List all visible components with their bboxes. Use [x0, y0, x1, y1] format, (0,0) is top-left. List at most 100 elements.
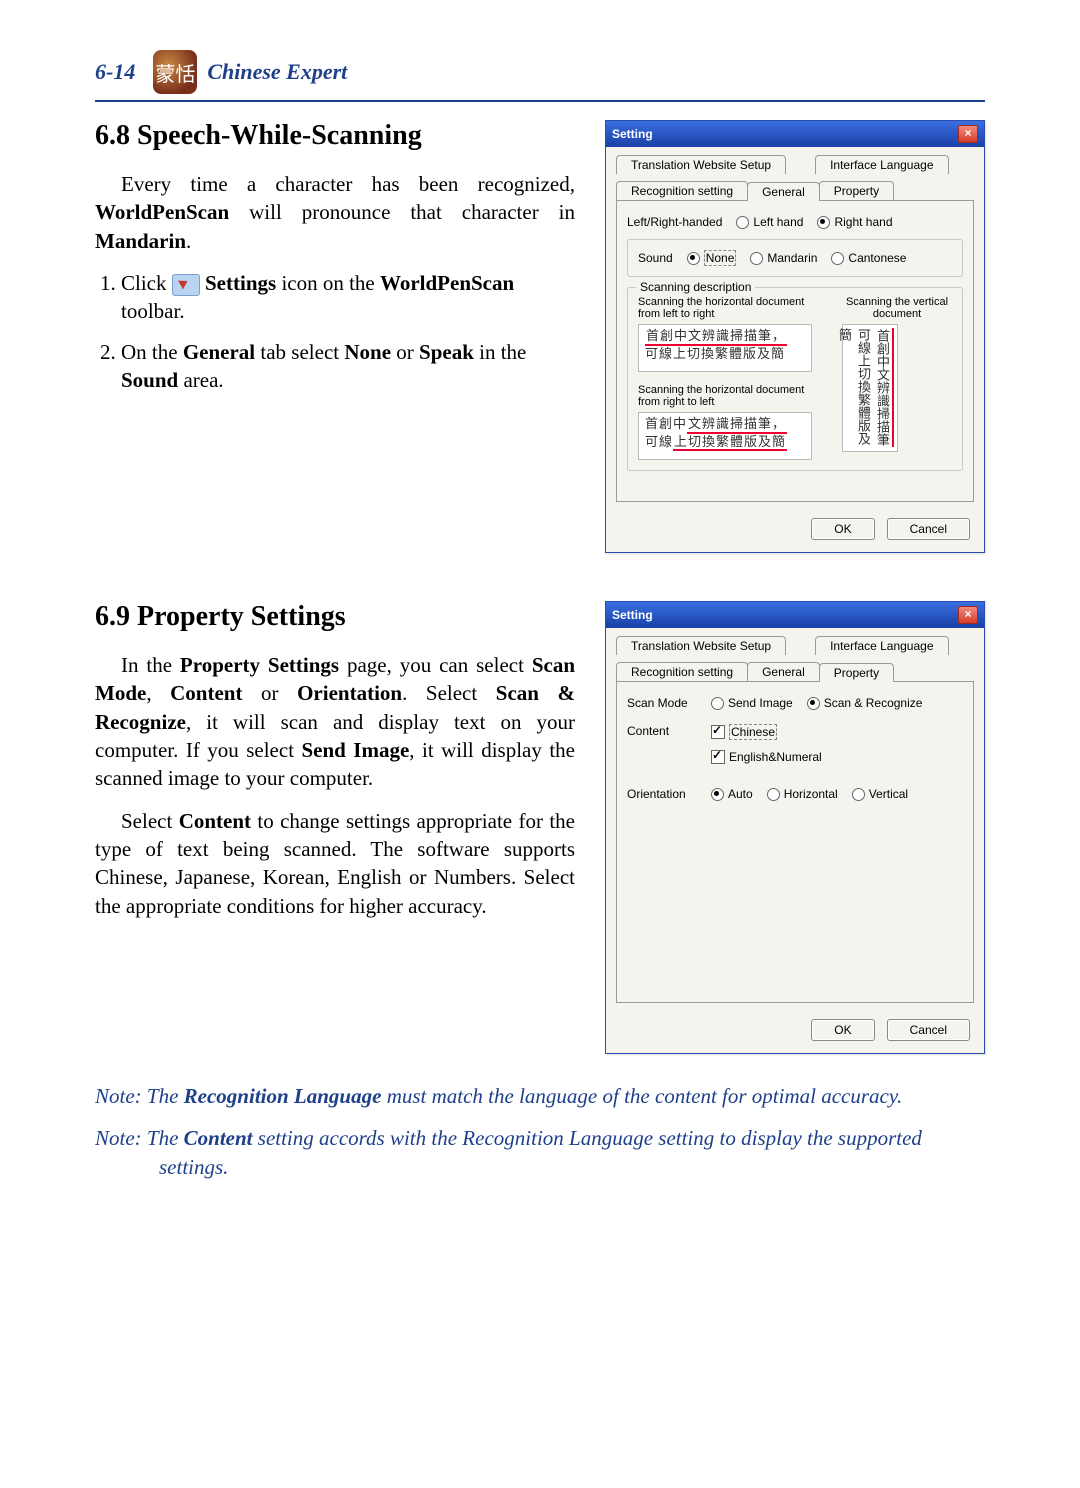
scanning-description-label: Scanning description — [636, 280, 755, 294]
radio-orientation-horizontal[interactable]: Horizontal — [767, 787, 838, 801]
radio-label: Right hand — [834, 215, 892, 229]
text: in the — [474, 340, 527, 364]
radio-send-image[interactable]: Send Image — [711, 696, 793, 710]
sample-text: 可線上切換繁體版及簡 — [645, 346, 785, 361]
text: toolbar. — [121, 299, 185, 323]
section-heading-68: 6.8 Speech-While-Scanning — [95, 120, 575, 152]
sample-text: 首創中文辨識掃描筆 — [873, 328, 894, 447]
text: Every time a character has been recogniz… — [121, 172, 575, 196]
scan-vertical-caption: Scanning the vertical document — [842, 296, 952, 320]
tab-general[interactable]: General — [747, 662, 820, 681]
text-bold: Content — [170, 681, 242, 705]
note-2: Note: The Content setting accords with t… — [95, 1124, 985, 1181]
section68-steps: Click Settings icon on the WorldPenScan … — [95, 269, 575, 394]
header-divider — [95, 100, 985, 102]
radio-sound-none[interactable]: None — [687, 250, 737, 266]
tab-recognition-setting[interactable]: Recognition setting — [616, 662, 748, 681]
checkbox-label: English&Numeral — [729, 750, 822, 764]
text: . — [186, 229, 191, 253]
section-heading-69: 6.9 Property Settings — [95, 601, 575, 633]
setting-dialog-property: Setting × Translation Website Setup Inte… — [605, 601, 985, 1054]
tabs-row-back: Translation Website Setup Interface Lang… — [606, 147, 984, 174]
dialog-titlebar[interactable]: Setting × — [606, 602, 984, 628]
radio-orientation-auto[interactable]: Auto — [711, 787, 753, 801]
sample-text: 可線 — [645, 434, 673, 449]
tab-interface-language[interactable]: Interface Language — [815, 636, 948, 655]
radio-label: Scan & Recognize — [824, 696, 923, 710]
radio-label: Mandarin — [767, 251, 817, 265]
sample-text: 上切換繁體版及簡 — [673, 434, 787, 452]
radio-sound-mandarin[interactable]: Mandarin — [750, 251, 817, 265]
cancel-button[interactable]: Cancel — [887, 518, 970, 540]
sample-text: 首創中文辨識掃描筆， — [645, 328, 787, 346]
checkbox-label: Chinese — [729, 724, 777, 740]
tab-property[interactable]: Property — [819, 663, 894, 682]
checkbox-english-numeral[interactable]: English&Numeral — [711, 750, 822, 764]
text: Note: The — [95, 1126, 184, 1150]
orientation-label: Orientation — [627, 787, 697, 801]
ok-button[interactable]: OK — [811, 518, 874, 540]
text-bold: Property Settings — [180, 653, 339, 677]
scan-sample-vertical: 首創中文辨識掃描筆可線上切換繁體版及簡 — [842, 324, 898, 452]
tab-interface-language[interactable]: Interface Language — [815, 155, 948, 174]
chapter-title: Chinese Expert — [207, 59, 347, 85]
text-bold: General — [183, 340, 255, 364]
tabs-row-front: Recognition setting General Property — [606, 173, 984, 200]
tabs-row-front: Recognition setting General Property — [606, 654, 984, 681]
radio-left-hand[interactable]: Left hand — [736, 215, 803, 229]
tab-recognition-setting[interactable]: Recognition setting — [616, 181, 748, 200]
note-1: Note: The Recognition Language must matc… — [95, 1082, 985, 1110]
text: setting accords with the Recognition Lan… — [159, 1126, 922, 1178]
text: . Select — [402, 681, 496, 705]
text-bold: Settings — [200, 271, 276, 295]
text: Note: The — [95, 1084, 184, 1108]
radio-sound-cantonese[interactable]: Cantonese — [831, 251, 906, 265]
tab-general[interactable]: General — [747, 182, 820, 201]
close-icon[interactable]: × — [958, 125, 978, 143]
text-bold: WorldPenScan — [380, 271, 514, 295]
sample-text: 文辨識掃描筆， — [687, 416, 787, 434]
dialog-titlebar[interactable]: Setting × — [606, 121, 984, 147]
text: must match the language of the content f… — [381, 1084, 902, 1108]
sample-text: 可線上切換繁體版及簡 — [837, 328, 871, 445]
dialog-title: Setting — [612, 127, 653, 141]
step-2: On the General tab select None or Speak … — [121, 338, 575, 395]
close-icon[interactable]: × — [958, 606, 978, 624]
section69-p1: In the Property Settings page, you can s… — [95, 651, 575, 793]
tabs-row-back: Translation Website Setup Interface Lang… — [606, 628, 984, 655]
text-bold: Mandarin — [95, 229, 186, 253]
text: will pronounce that character in — [229, 200, 575, 224]
general-tab-panel: Left/Right-handed Left hand Right hand S… — [616, 200, 974, 502]
text-bold: Content — [179, 809, 251, 833]
tab-translation-website-setup[interactable]: Translation Website Setup — [616, 636, 786, 655]
text-bold: WorldPenScan — [95, 200, 229, 224]
dialog-title: Setting — [612, 608, 653, 622]
text-bold: Content — [184, 1126, 253, 1150]
tab-translation-website-setup[interactable]: Translation Website Setup — [616, 155, 786, 174]
tab-property[interactable]: Property — [819, 181, 894, 200]
text: Select — [121, 809, 179, 833]
property-tab-panel: Scan Mode Send Image Scan & Recognize Co… — [616, 681, 974, 1003]
text-bold: Recognition Language — [184, 1084, 382, 1108]
text: tab select — [255, 340, 344, 364]
app-logo-icon: 蒙恬 — [153, 50, 197, 94]
text: , — [146, 681, 170, 705]
setting-dialog-general: Setting × Translation Website Setup Inte… — [605, 120, 985, 553]
text: page, you can select — [339, 653, 532, 677]
radio-label: Auto — [728, 787, 753, 801]
checkbox-chinese[interactable]: Chinese — [711, 724, 777, 740]
text: area. — [178, 368, 223, 392]
radio-orientation-vertical[interactable]: Vertical — [852, 787, 908, 801]
radio-right-hand[interactable]: Right hand — [817, 215, 892, 229]
radio-scan-recognize[interactable]: Scan & Recognize — [807, 696, 923, 710]
scan-ltr-caption: Scanning the horizontal document from le… — [638, 296, 813, 320]
content-label: Content — [627, 724, 697, 738]
handed-label: Left/Right-handed — [627, 215, 722, 229]
radio-label: Vertical — [869, 787, 908, 801]
text: icon on the — [276, 271, 380, 295]
radio-label: Horizontal — [784, 787, 838, 801]
cancel-button[interactable]: Cancel — [887, 1019, 970, 1041]
text: In the — [121, 653, 180, 677]
ok-button[interactable]: OK — [811, 1019, 874, 1041]
page-number: 6-14 — [95, 59, 135, 85]
